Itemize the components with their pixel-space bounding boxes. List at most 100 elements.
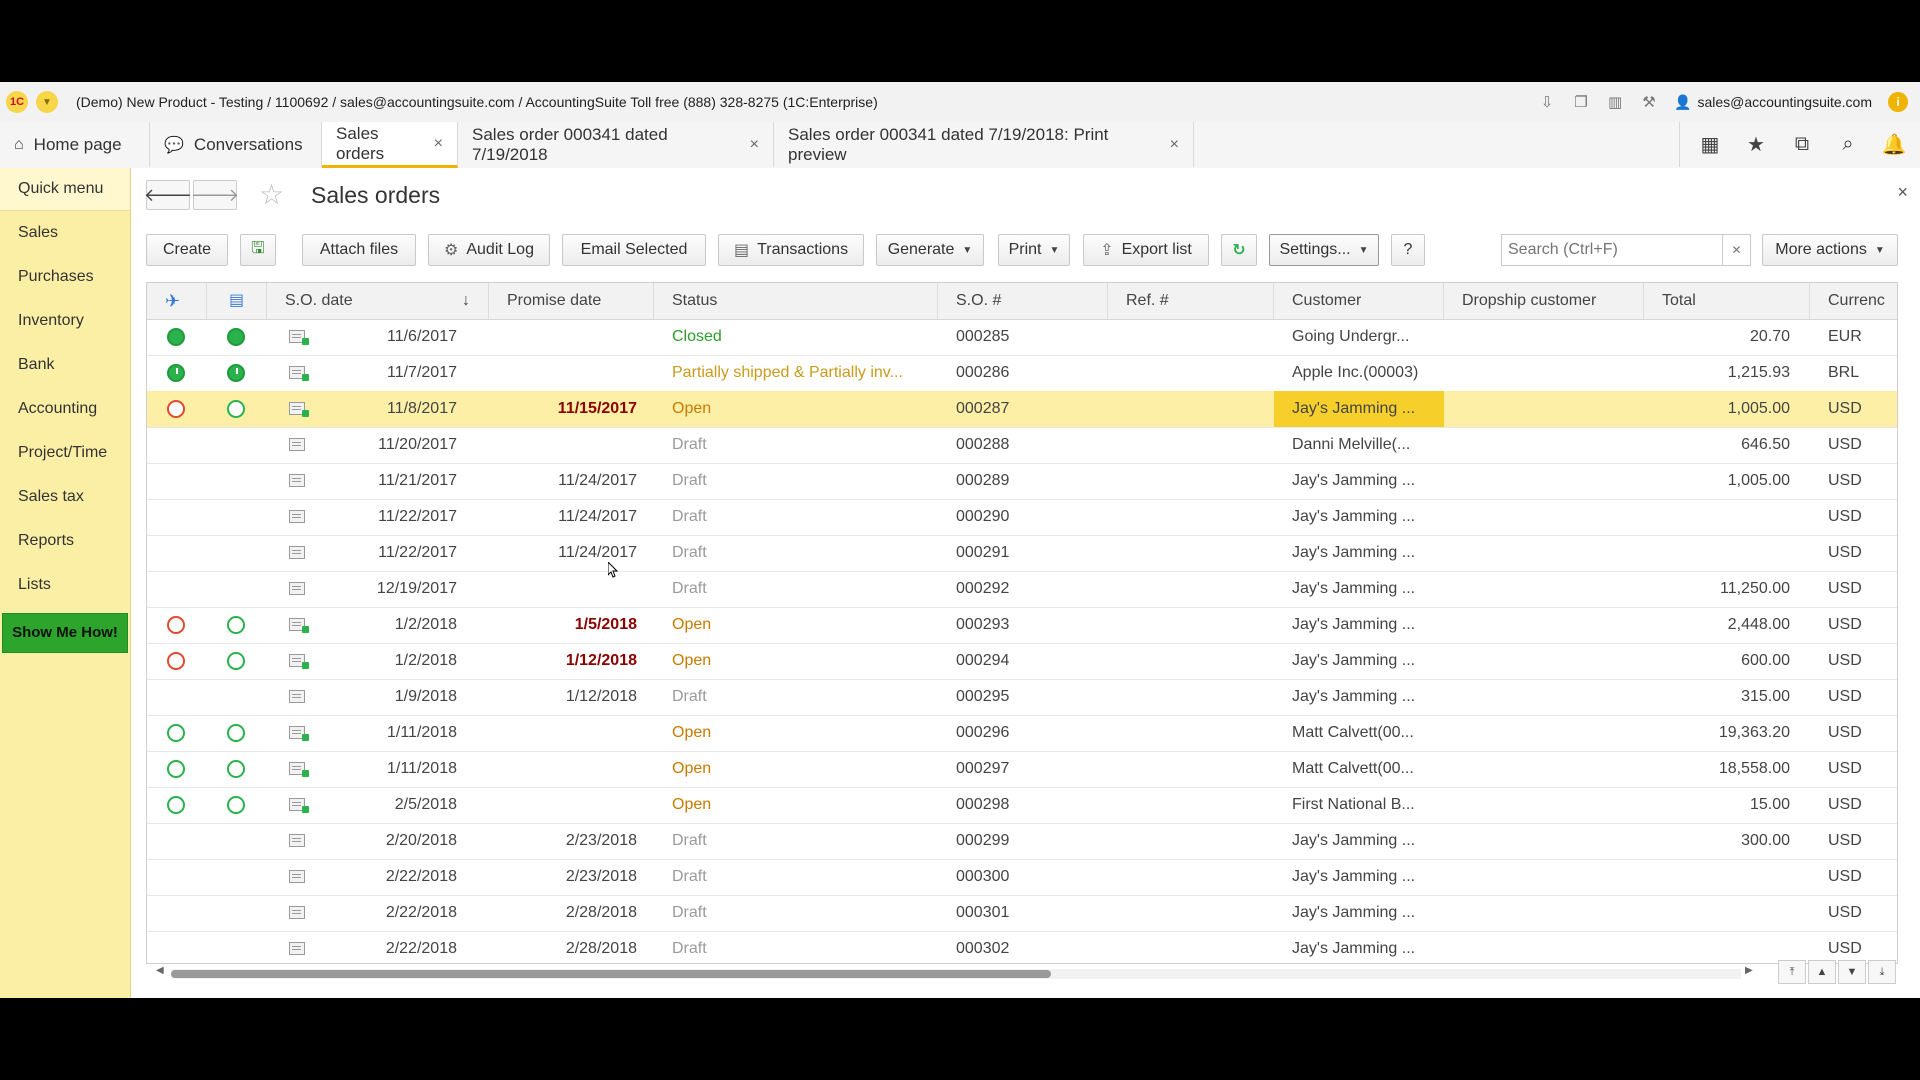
scroll-left-icon[interactable]: ◀ — [156, 965, 164, 976]
table-row[interactable]: 1/11/2018 Open 000297 Matt Calvett(00... 18,… — [147, 751, 1897, 788]
print-dropdown[interactable]: Print ▼ — [998, 234, 1070, 266]
dropship-customer-cell — [1462, 679, 1632, 715]
header-dropship-customer[interactable]: Dropship customer — [1444, 283, 1644, 319]
back-button[interactable]: 🡐 — [144, 180, 192, 210]
tools-icon[interactable]: ⚒ — [1640, 93, 1658, 111]
apps-grid-icon[interactable]: ▦ — [1698, 133, 1722, 157]
table-row[interactable]: 11/22/2017 11/24/2017 Draft 000290 Jay's Jam… — [147, 499, 1897, 536]
email-selected-button[interactable]: Email Selected — [562, 234, 706, 266]
header-invoiced-icon[interactable]: ▤ — [207, 283, 267, 319]
forward-button[interactable]: 🡒 — [191, 180, 239, 210]
notifications-bell-icon[interactable]: 🔔 — [1882, 133, 1907, 157]
favorite-star-icon[interactable]: ☆ — [259, 178, 284, 211]
help-button[interactable]: ? — [1391, 234, 1425, 266]
sidebar-item-project-time[interactable]: Project/Time — [0, 431, 130, 475]
table-row[interactable]: 1/11/2018 Open 000296 Matt Calvett(00... 19,… — [147, 715, 1897, 752]
sidebar-item-accounting[interactable]: Accounting — [0, 387, 130, 431]
table-row[interactable]: 11/22/2017 11/24/2017 Draft 000291 Jay's Jam… — [147, 535, 1897, 572]
export-list-button[interactable]: ⇪ Export list — [1083, 234, 1209, 266]
main-menu-icon[interactable]: ▼ — [36, 91, 58, 113]
table-row[interactable]: 2/5/2018 Open 000298 First National B... 15.… — [147, 787, 1897, 824]
scrollbar-thumb[interactable] — [171, 970, 1051, 978]
sidebar-item-lists[interactable]: Lists — [0, 563, 130, 607]
header-currency[interactable]: Currenc — [1810, 283, 1897, 319]
header-customer[interactable]: Customer — [1274, 283, 1444, 319]
table-row[interactable]: 11/21/2017 11/24/2017 Draft 000289 Jay's Jam… — [147, 463, 1897, 500]
download-icon[interactable]: ⇩ — [1538, 93, 1556, 111]
refresh-button[interactable]: ↻ — [1221, 234, 1257, 266]
search-icon[interactable]: ⌕ — [1836, 133, 1860, 157]
save-icon-button[interactable]: 🖫 — [240, 234, 276, 266]
tab-conversations[interactable]: 💬 Conversations — [150, 122, 322, 167]
sidebar-item-sales[interactable]: Sales — [0, 211, 130, 255]
close-tab-icon[interactable]: × — [750, 136, 759, 154]
scroll-right-icon[interactable]: ▶ — [1745, 965, 1753, 976]
audit-log-button[interactable]: ⚙ Audit Log — [428, 234, 550, 266]
clear-search-icon[interactable]: ✕ — [1722, 235, 1750, 265]
sidebar-item-bank[interactable]: Bank — [0, 343, 130, 387]
tab-print-preview[interactable]: Sales order 000341 dated 7/19/2018: Prin… — [774, 122, 1194, 167]
history-icon[interactable]: ⧉ — [1790, 133, 1814, 157]
more-actions-dropdown[interactable]: More actions ▼ — [1762, 234, 1898, 266]
header-so-date[interactable]: S.O. date ↓ — [267, 283, 489, 319]
ref-number-cell — [1126, 571, 1266, 607]
sidebar-item-sales-tax[interactable]: Sales tax — [0, 475, 130, 519]
sidebar-item-purchases[interactable]: Purchases — [0, 255, 130, 299]
tab-sales-orders[interactable]: Sales orders × — [322, 122, 458, 168]
table-row[interactable]: 11/6/2017 Closed 000285 Going Undergr... 20.… — [147, 319, 1897, 356]
user-menu[interactable]: 👤 sales@accountingsuite.com — [1674, 94, 1872, 111]
tab-home-page[interactable]: ⌂ Home page — [0, 122, 150, 167]
settings-dropdown[interactable]: Settings... ▼ — [1269, 234, 1379, 266]
close-tab-icon[interactable]: × — [434, 135, 443, 153]
table-row[interactable]: 1/2/2018 1/5/2018 Open 000293 Jay's Jamming … — [147, 607, 1897, 644]
transactions-button[interactable]: ▤ Transactions — [718, 234, 864, 266]
table-row[interactable]: 11/8/2017 11/15/2017 Open 000287 Jay's Jammi… — [147, 391, 1897, 428]
go-last-button[interactable]: ⤓ — [1868, 960, 1896, 984]
sidebar-item-reports[interactable]: Reports — [0, 519, 130, 563]
header-promise-date[interactable]: Promise date — [489, 283, 654, 319]
sidebar-item-inventory[interactable]: Inventory — [0, 299, 130, 343]
status-cell: Open — [672, 400, 712, 417]
table-row[interactable]: 12/19/2017 Draft 000292 Jay's Jamming ... 11… — [147, 571, 1897, 608]
search-field[interactable]: ✕ — [1501, 234, 1751, 266]
table-row[interactable]: 2/20/2018 2/23/2018 Draft 000299 Jay's Jammi… — [147, 823, 1897, 860]
info-icon[interactable]: i — [1888, 92, 1908, 112]
so-number-cell: 000289 — [956, 472, 1010, 489]
copy-window-icon[interactable]: ❐ — [1572, 93, 1590, 111]
page-down-button[interactable]: ▼ — [1838, 960, 1866, 984]
close-tab-icon[interactable]: × — [1170, 136, 1179, 154]
table-row[interactable]: 1/2/2018 1/12/2018 Open 000294 Jay's Jamming… — [147, 643, 1897, 680]
tab-sales-order-000341[interactable]: Sales order 000341 dated 7/19/2018 × — [458, 122, 774, 167]
table-row[interactable]: 2/22/2018 2/28/2018 Draft 000301 Jay's Jammi… — [147, 895, 1897, 932]
table-row[interactable]: 2/22/2018 2/28/2018 Draft 000302 Jay's Jammi… — [147, 931, 1897, 963]
panel-icon[interactable]: ▥ — [1606, 93, 1624, 111]
page-up-button[interactable]: ▲ — [1808, 960, 1836, 984]
attach-files-button[interactable]: Attach files — [302, 234, 416, 266]
header-shipped-icon[interactable]: ✈ — [147, 283, 207, 319]
header-ref-number[interactable]: Ref. # — [1108, 283, 1274, 319]
table-row[interactable]: 11/20/2017 Draft 000288 Danni Melville(... 6… — [147, 427, 1897, 464]
horizontal-scrollbar[interactable] — [171, 969, 1741, 979]
search-input[interactable] — [1502, 240, 1723, 260]
table-row[interactable]: 1/9/2018 1/12/2018 Draft 000295 Jay's Jammin… — [147, 679, 1897, 716]
audit-log-label: Audit Log — [466, 241, 534, 258]
so-date-cell: 2/5/2018 — [394, 796, 457, 813]
currency-cell: USD — [1828, 688, 1862, 705]
show-me-how-button[interactable]: Show Me How! — [2, 613, 128, 653]
favorites-star-icon[interactable]: ★ — [1744, 133, 1768, 157]
sidebar-item-quick-menu[interactable]: Quick menu — [0, 168, 130, 211]
table-row[interactable]: 2/22/2018 2/23/2018 Draft 000300 Jay's Jammi… — [147, 859, 1897, 896]
header-status[interactable]: Status — [654, 283, 938, 319]
create-button[interactable]: Create — [146, 234, 228, 266]
header-total[interactable]: Total — [1644, 283, 1810, 319]
table-row[interactable]: 11/7/2017 Partially shipped & Partially i… — [147, 355, 1897, 392]
so-number-cell: 000292 — [956, 580, 1010, 597]
header-so-number[interactable]: S.O. # — [938, 283, 1108, 319]
status-cell: Open — [672, 652, 712, 669]
generate-dropdown[interactable]: Generate ▼ — [876, 234, 984, 266]
go-first-button[interactable]: ⤒ — [1778, 960, 1806, 984]
so-number-cell: 000293 — [956, 616, 1010, 633]
ref-number-cell — [1126, 499, 1266, 535]
close-form-icon[interactable]: × — [1897, 182, 1908, 203]
currency-cell: USD — [1828, 796, 1862, 813]
